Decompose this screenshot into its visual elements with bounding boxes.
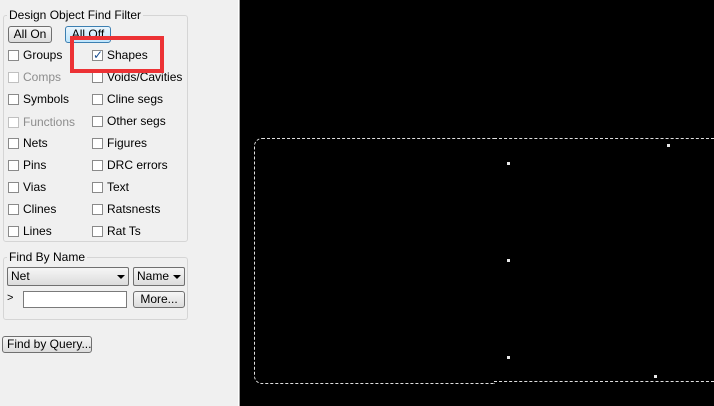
checkbox-drc-errors[interactable]: DRC errors	[92, 157, 168, 173]
checkbox-label: Lines	[23, 224, 52, 238]
board-vertex-marker	[507, 356, 510, 359]
checkbox-figures[interactable]: Figures	[92, 135, 147, 151]
board-outline-top-edge	[494, 138, 714, 140]
checkbox-label: Figures	[107, 136, 148, 150]
checkbox-box	[8, 116, 19, 128]
checkbox-label: Symbols	[23, 92, 70, 106]
all-on-button[interactable]: All On	[8, 26, 52, 43]
object-type-value: Net	[11, 269, 30, 283]
checkbox-label: Groups	[23, 48, 63, 62]
checkbox-box[interactable]	[8, 181, 19, 193]
checkbox-box[interactable]	[92, 115, 103, 127]
checkbox-label: DRC errors	[107, 158, 168, 172]
checkbox-functions: Functions	[8, 114, 75, 130]
checkbox-label: Pins	[23, 158, 47, 172]
checkbox-box[interactable]	[8, 225, 19, 237]
checkbox-box[interactable]	[8, 137, 19, 149]
checkbox-box[interactable]	[8, 159, 19, 171]
checkbox-box[interactable]	[92, 71, 103, 83]
highlight-box	[70, 36, 164, 73]
checkbox-label: Cline segs	[107, 92, 164, 106]
object-type-dropdown[interactable]: Net	[7, 267, 129, 286]
board-outline[interactable]	[254, 138, 495, 384]
name-mode-value: Name	[137, 269, 170, 283]
board-vertex-marker	[654, 375, 657, 378]
checkbox-box[interactable]	[92, 93, 103, 105]
checkbox-cline-segs[interactable]: Cline segs	[92, 91, 163, 107]
checkbox-rat-ts[interactable]: Rat Ts	[92, 223, 141, 239]
checkbox-label: Vias	[23, 180, 47, 194]
checkbox-box[interactable]	[92, 225, 103, 237]
checkbox-box[interactable]	[92, 159, 103, 171]
find-filter-panel: Design Object Find Filter All On All Off…	[0, 0, 238, 406]
checkbox-label: Clines	[23, 202, 57, 216]
more-button[interactable]: More...	[133, 291, 185, 308]
checkbox-ratsnests[interactable]: Ratsnests	[92, 201, 160, 217]
checkbox-text[interactable]: Text	[92, 179, 129, 195]
checkbox-label: Text	[107, 180, 130, 194]
checkbox-box[interactable]	[8, 49, 19, 61]
checkbox-label: Ratsnests	[107, 202, 161, 216]
checkbox-label: Other segs	[107, 114, 166, 128]
checkbox-label: Functions	[23, 115, 76, 129]
chevron-down-icon	[117, 275, 125, 279]
checkbox-groups[interactable]: Groups	[8, 47, 62, 63]
checkbox-clines[interactable]: Clines	[8, 201, 56, 217]
checkbox-vias[interactable]: Vias	[8, 179, 46, 195]
checkbox-symbols[interactable]: Symbols	[8, 91, 69, 107]
find-by-name-title: Find By Name	[7, 250, 88, 264]
checkbox-lines[interactable]: Lines	[8, 223, 52, 239]
board-vertex-marker	[507, 259, 510, 262]
checkbox-box[interactable]	[92, 203, 103, 215]
board-vertex-marker	[667, 144, 670, 147]
checkbox-label: Nets	[23, 136, 48, 150]
checkbox-box[interactable]	[8, 203, 19, 215]
checkbox-label: Rat Ts	[107, 224, 141, 238]
checkbox-label: Comps	[23, 70, 62, 84]
checkbox-box[interactable]	[8, 93, 19, 105]
checkbox-pins[interactable]: Pins	[8, 157, 46, 173]
filter-group-title: Design Object Find Filter	[7, 8, 144, 22]
checkbox-box[interactable]	[92, 181, 103, 193]
name-input[interactable]	[23, 291, 127, 308]
checkbox-other-segs[interactable]: Other segs	[92, 113, 166, 129]
checkbox-box	[8, 71, 19, 83]
checkbox-box[interactable]	[92, 137, 103, 149]
name-mode-dropdown[interactable]: Name	[133, 267, 185, 286]
prompt-marker: >	[7, 292, 14, 304]
chevron-down-icon	[173, 275, 181, 279]
checkbox-nets[interactable]: Nets	[8, 135, 48, 151]
checkbox-comps: Comps	[8, 69, 61, 85]
find-by-query-button[interactable]: Find by Query...	[2, 336, 92, 353]
board-vertex-marker	[507, 162, 510, 165]
board-outline-bottom-edge	[494, 381, 714, 383]
